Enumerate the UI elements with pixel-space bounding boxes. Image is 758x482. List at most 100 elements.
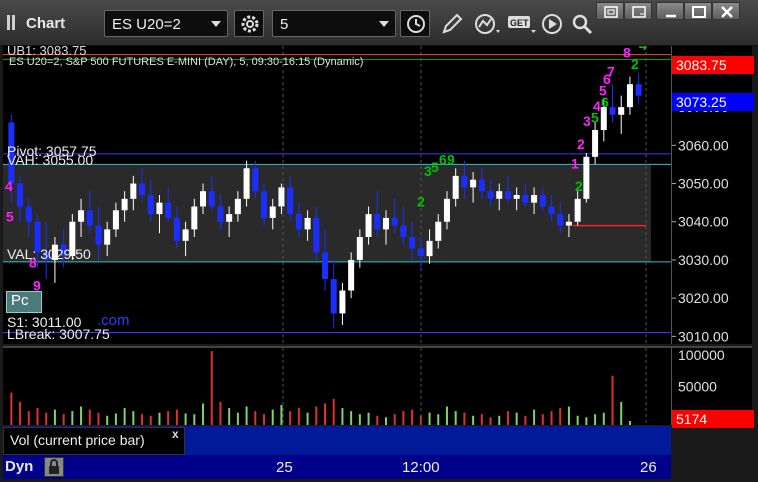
- close-button[interactable]: [712, 2, 740, 20]
- interval-combo[interactable]: 5: [272, 10, 396, 37]
- candle-body: [121, 198, 128, 211]
- time-label-1200: 12:00: [402, 459, 440, 476]
- volume-bar: [289, 411, 292, 425]
- play-button[interactable]: [540, 12, 566, 36]
- candle-body: [226, 214, 233, 222]
- volume-bar: [559, 408, 562, 425]
- candle-body: [557, 214, 564, 226]
- candle-body: [548, 206, 555, 215]
- volume-bar: [489, 417, 492, 425]
- volume-bar: [219, 401, 222, 425]
- candle-body: [478, 179, 485, 192]
- volume-bar: [498, 415, 501, 425]
- candle-body: [287, 187, 294, 215]
- volume-bar: [506, 411, 509, 425]
- volume-bar: [411, 409, 414, 425]
- sequence-count-label: 9: [447, 151, 455, 167]
- candle-body: [156, 202, 163, 215]
- minimize-button[interactable]: [656, 2, 684, 20]
- volume-panel[interactable]: [3, 346, 671, 425]
- timeframe-mode-label[interactable]: Dyn: [5, 458, 33, 475]
- volume-bar: [628, 421, 631, 425]
- volume-bar: [576, 415, 579, 425]
- volume-bar: [533, 409, 536, 425]
- price-tick-label: 3030.00: [678, 252, 729, 268]
- volume-tick-label: 100000: [678, 348, 725, 363]
- chevron-down-icon: [211, 21, 221, 27]
- candle-body: [86, 210, 93, 226]
- symbol-combo[interactable]: ES U20=2: [104, 10, 228, 37]
- candle-body: [112, 210, 119, 230]
- volume-bar: [515, 412, 518, 425]
- drag-grip-icon[interactable]: [7, 15, 21, 30]
- candle-body: [17, 183, 24, 207]
- val-label: VAL: 3029.50: [7, 246, 91, 262]
- volume-bar: [602, 412, 605, 425]
- time-axis[interactable]: [3, 455, 671, 479]
- upper-level-price-tag: 3083.75: [672, 56, 754, 74]
- menu-icon: [632, 6, 646, 18]
- draw-button[interactable]: [440, 12, 468, 36]
- volume-bar: [437, 414, 440, 425]
- volume-bar: [19, 401, 22, 425]
- candle-body: [522, 195, 529, 203]
- candle-body: [417, 248, 424, 257]
- price-axis[interactable]: 3080.003070.003060.003050.003040.003030.…: [671, 46, 752, 344]
- candle-body: [278, 187, 285, 207]
- search-button[interactable]: [570, 12, 596, 36]
- restore-down-icon: [604, 6, 618, 18]
- window-menu-button[interactable]: [624, 2, 652, 20]
- settings-button[interactable]: [234, 10, 264, 37]
- candle-body: [400, 225, 407, 238]
- volume-chart-svg: [10, 348, 647, 425]
- volume-bar: [36, 408, 39, 425]
- lock-icon[interactable]: [44, 457, 64, 477]
- volume-bar: [71, 411, 74, 425]
- volume-legend-label: Vol (current price bar): [10, 432, 145, 448]
- volume-bar: [463, 412, 466, 425]
- price-tick-label: 3060.00: [678, 137, 729, 153]
- candle-body: [382, 217, 389, 230]
- play-icon: [542, 14, 562, 34]
- restore-button[interactable]: [596, 2, 624, 20]
- candle-body: [104, 229, 111, 245]
- volume-bar: [594, 414, 597, 425]
- vah-label: VAH: 3055.00: [7, 152, 94, 168]
- volume-bar: [524, 415, 527, 425]
- time-button[interactable]: [400, 10, 430, 37]
- candle-body: [583, 156, 590, 199]
- candle-body: [78, 210, 85, 222]
- volume-bar: [315, 406, 318, 425]
- candle-body: [322, 252, 328, 280]
- candle-body: [182, 229, 189, 241]
- sequence-count-label: 6: [601, 94, 609, 110]
- sequence-count-label: 3: [583, 113, 591, 129]
- candle-body: [252, 168, 259, 192]
- candle-body: [139, 183, 146, 195]
- volume-bar: [141, 414, 144, 425]
- candle-body: [200, 191, 207, 207]
- sequence-count-label: 4: [5, 178, 13, 194]
- volume-bar: [358, 414, 361, 425]
- volume-bar: [445, 406, 448, 425]
- svg-text:GET: GET: [510, 18, 529, 28]
- maximize-button[interactable]: [684, 2, 712, 20]
- candle-body: [295, 214, 302, 230]
- volume-bar: [167, 411, 170, 425]
- price-axis-svg: 3080.003070.003060.003050.003040.003030.…: [672, 61, 729, 344]
- candle-body: [461, 175, 468, 188]
- get-data-button[interactable]: GET: [506, 12, 538, 36]
- price-chart-svg: 4589235691234567825624: [3, 46, 671, 344]
- candle-body: [592, 130, 599, 157]
- volume-legend-close-icon[interactable]: x: [172, 427, 179, 441]
- volume-bar: [62, 414, 65, 425]
- pc-badge[interactable]: Pc: [6, 291, 42, 313]
- price-chart-panel[interactable]: 4589235691234567825624: [3, 46, 671, 344]
- app-title: Chart: [26, 15, 66, 32]
- candle-body: [513, 195, 520, 199]
- candle-body: [173, 217, 180, 241]
- sequence-count-label: 8: [623, 46, 631, 60]
- volume-bar: [123, 408, 126, 425]
- settings-gear-icon: [241, 15, 259, 33]
- indicator-button[interactable]: [474, 12, 504, 36]
